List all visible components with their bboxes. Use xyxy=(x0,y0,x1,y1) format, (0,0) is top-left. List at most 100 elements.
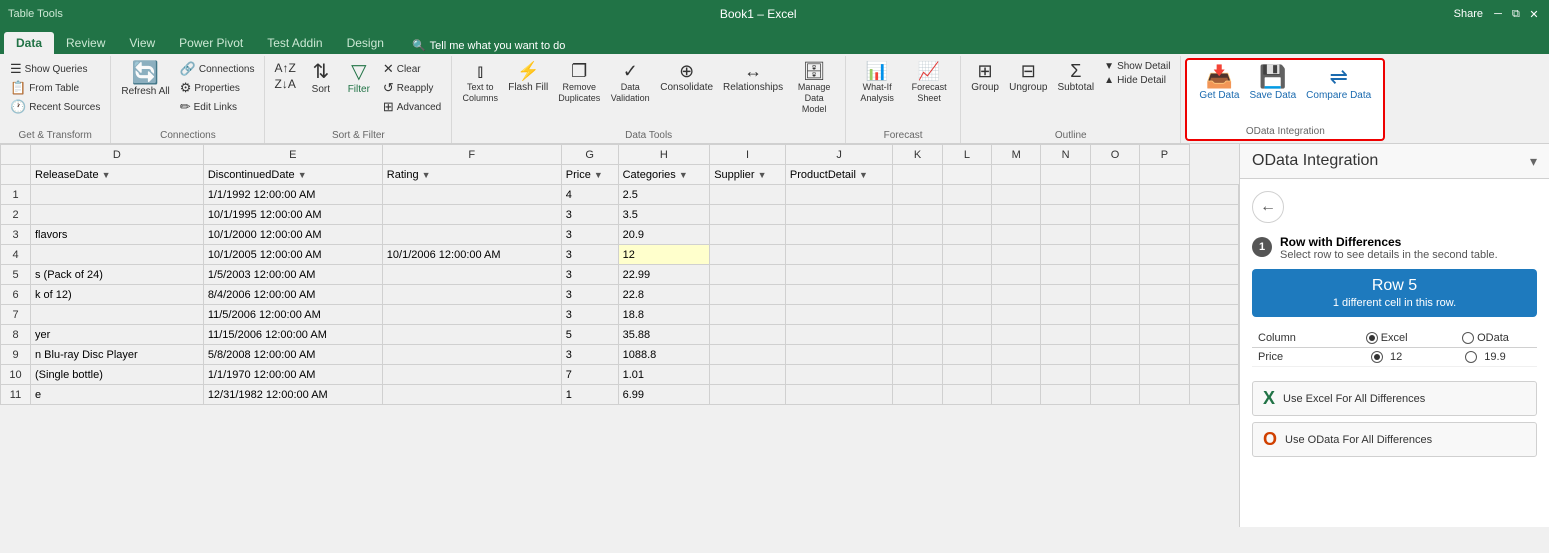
cell-k[interactable] xyxy=(942,285,991,305)
cell-m[interactable] xyxy=(1041,225,1090,245)
minimize-button[interactable]: ─ xyxy=(1491,7,1505,21)
data-validation-button[interactable]: ✓ Data Validation xyxy=(606,60,654,106)
cell-l[interactable] xyxy=(992,185,1041,205)
cell-n[interactable] xyxy=(1090,325,1139,345)
cell-m[interactable] xyxy=(1041,285,1090,305)
cell-o[interactable] xyxy=(1140,345,1189,365)
subtotal-button[interactable]: Σ Subtotal xyxy=(1053,60,1098,96)
cell-discontinueddate[interactable] xyxy=(382,325,561,345)
cell-l[interactable] xyxy=(992,205,1041,225)
cell-rating[interactable]: 3 xyxy=(561,305,618,325)
cell-supplier[interactable] xyxy=(785,305,892,325)
table-row[interactable]: 10(Single bottle)1/1/1970 12:00:00 AM71.… xyxy=(1,365,1239,385)
col-header-e[interactable]: E xyxy=(203,145,382,165)
table-row[interactable]: 5s (Pack of 24)1/5/2003 12:00:00 AM322.9… xyxy=(1,265,1239,285)
tell-me-bar[interactable]: 🔍 Tell me what you want to do xyxy=(404,37,573,54)
cell-rating[interactable]: 7 xyxy=(561,365,618,385)
cell-productdetail[interactable] xyxy=(893,265,942,285)
cell-o[interactable] xyxy=(1140,305,1189,325)
cell-n[interactable] xyxy=(1090,225,1139,245)
cell-p[interactable] xyxy=(1189,205,1238,225)
ungroup-button[interactable]: ⊟ Ungroup xyxy=(1005,60,1051,96)
price-odata-radio[interactable] xyxy=(1465,351,1477,363)
cell-discontinueddate[interactable] xyxy=(382,285,561,305)
use-excel-button[interactable]: X Use Excel For All Differences xyxy=(1252,381,1537,416)
field-header-price[interactable]: Price ▼ xyxy=(561,165,618,185)
cell-discontinueddate[interactable] xyxy=(382,345,561,365)
cell-m[interactable] xyxy=(1041,305,1090,325)
back-button[interactable]: ← xyxy=(1252,191,1284,223)
cell-categories[interactable] xyxy=(710,365,786,385)
cell-supplier[interactable] xyxy=(785,365,892,385)
cell-productdetail[interactable] xyxy=(893,345,942,365)
field-header-productdetail[interactable]: ProductDetail ▼ xyxy=(785,165,892,185)
cell-l[interactable] xyxy=(992,305,1041,325)
cell-releasedate[interactable]: 5/8/2008 12:00:00 AM xyxy=(203,345,382,365)
cell-p[interactable] xyxy=(1189,245,1238,265)
col-header-p[interactable]: P xyxy=(1140,145,1189,165)
cell-m[interactable] xyxy=(1041,345,1090,365)
cell-l[interactable] xyxy=(992,225,1041,245)
cell-name[interactable] xyxy=(31,205,204,225)
filter-icon-discontinued[interactable]: ▼ xyxy=(298,170,307,180)
col-header-i[interactable]: I xyxy=(710,145,786,165)
advanced-button[interactable]: ⊞ Advanced xyxy=(379,98,445,116)
cell-p[interactable] xyxy=(1189,325,1238,345)
cell-rating[interactable]: 3 xyxy=(561,285,618,305)
field-header-categories[interactable]: Categories ▼ xyxy=(618,165,710,185)
cell-supplier[interactable] xyxy=(785,285,892,305)
get-data-button[interactable]: 📥 Get Data xyxy=(1195,64,1243,104)
cell-name[interactable]: (Single bottle) xyxy=(31,365,204,385)
cell-k[interactable] xyxy=(942,265,991,285)
tab-view[interactable]: View xyxy=(117,32,167,54)
cell-m[interactable] xyxy=(1041,365,1090,385)
field-header-rating[interactable]: Rating ▼ xyxy=(382,165,561,185)
cell-supplier[interactable] xyxy=(785,205,892,225)
cell-n[interactable] xyxy=(1090,345,1139,365)
cell-o[interactable] xyxy=(1140,265,1189,285)
filter-icon-productdetail[interactable]: ▼ xyxy=(859,170,868,180)
cell-k[interactable] xyxy=(942,305,991,325)
cell-productdetail[interactable] xyxy=(893,365,942,385)
cell-releasedate[interactable]: 12/31/1982 12:00:00 AM xyxy=(203,385,382,405)
reapply-button[interactable]: ↺ Reapply xyxy=(379,79,445,97)
price-excel-radio[interactable] xyxy=(1371,351,1383,363)
col-header-g[interactable]: G xyxy=(561,145,618,165)
cell-productdetail[interactable] xyxy=(893,285,942,305)
consolidate-button[interactable]: ⊕ Consolidate xyxy=(656,60,717,96)
cell-name[interactable]: k of 12) xyxy=(31,285,204,305)
group-button[interactable]: ⊞ Group xyxy=(967,60,1003,96)
save-data-button[interactable]: 💾 Save Data xyxy=(1245,64,1300,104)
cell-n[interactable] xyxy=(1090,245,1139,265)
cell-productdetail[interactable] xyxy=(893,185,942,205)
field-header-discontinueddate[interactable]: DiscontinuedDate ▼ xyxy=(203,165,382,185)
cell-releasedate[interactable]: 8/4/2006 12:00:00 AM xyxy=(203,285,382,305)
cell-p[interactable] xyxy=(1189,185,1238,205)
cell-supplier[interactable] xyxy=(785,245,892,265)
cell-name[interactable]: n Blu-ray Disc Player xyxy=(31,345,204,365)
cell-o[interactable] xyxy=(1140,385,1189,405)
cell-discontinueddate[interactable] xyxy=(382,305,561,325)
col-header-n[interactable]: N xyxy=(1041,145,1090,165)
cell-name[interactable]: e xyxy=(31,385,204,405)
restore-button[interactable]: ⧉ xyxy=(1509,7,1523,21)
cell-productdetail[interactable] xyxy=(893,205,942,225)
cell-rating[interactable]: 4 xyxy=(561,185,618,205)
cell-o[interactable] xyxy=(1140,185,1189,205)
text-to-columns-button[interactable]: ⫾ Text to Columns xyxy=(458,60,502,106)
cell-name[interactable]: yer xyxy=(31,325,204,345)
cell-name[interactable]: s (Pack of 24) xyxy=(31,265,204,285)
cell-name[interactable]: flavors xyxy=(31,225,204,245)
compare-data-button[interactable]: ⇌ Compare Data xyxy=(1302,64,1375,104)
cell-price[interactable]: 22.99 xyxy=(618,265,710,285)
cell-releasedate[interactable]: 11/5/2006 12:00:00 AM xyxy=(203,305,382,325)
cell-k[interactable] xyxy=(942,245,991,265)
table-row[interactable]: 11/1/1992 12:00:00 AM42.5 xyxy=(1,185,1239,205)
cell-n[interactable] xyxy=(1090,185,1139,205)
table-row[interactable]: 410/1/2005 12:00:00 AM10/1/2006 12:00:00… xyxy=(1,245,1239,265)
cell-o[interactable] xyxy=(1140,245,1189,265)
excel-radio-header[interactable] xyxy=(1366,332,1378,344)
filter-icon-supplier[interactable]: ▼ xyxy=(758,170,767,180)
sort-button[interactable]: ⇅ Sort xyxy=(303,60,339,98)
col-header-o[interactable]: O xyxy=(1090,145,1139,165)
